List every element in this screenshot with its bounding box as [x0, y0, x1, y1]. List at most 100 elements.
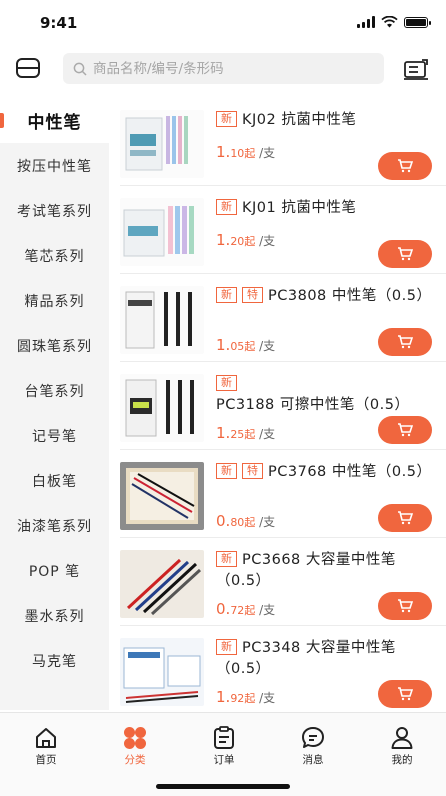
price-row: 0.72起 /支: [216, 600, 275, 618]
menu-button[interactable]: [14, 56, 42, 80]
product-item[interactable]: 新 PC3188 可擦中性笔（0.5） 1.25起 /支: [120, 362, 446, 450]
sidebar-item-gel-pen[interactable]: 中性笔: [0, 98, 109, 143]
product-image: [120, 462, 204, 530]
tab-label: 分类: [124, 754, 146, 766]
status-icons: [357, 16, 431, 28]
product-image: [120, 110, 204, 178]
tab-label: 首页: [35, 754, 57, 766]
price-integer: 1.: [216, 231, 231, 249]
price-integer: 1.: [216, 143, 231, 161]
sidebar-item-label: 记号笔: [32, 428, 77, 445]
tab-home[interactable]: 首页: [16, 725, 76, 767]
product-item[interactable]: 新特 PC3808 中性笔（0.5） 1.05起 /支: [120, 274, 446, 362]
product-item[interactable]: 新特 PC3768 中性笔（0.5） 0.80起 /支: [120, 450, 446, 538]
scan-list-icon: [404, 59, 428, 80]
sidebar-item-label: 笔芯系列: [24, 248, 85, 265]
product-info: 新特 PC3808 中性笔（0.5）: [216, 286, 432, 307]
price-unit: /支: [259, 691, 276, 705]
cart-icon: [398, 687, 413, 701]
product-image: [120, 198, 204, 266]
product-list: 新 KJ02 抗菌中性笔 1.10起 /支 新 KJ01 抗菌中性笔 1.20起…: [120, 98, 446, 710]
new-tag: 新: [216, 463, 237, 479]
sidebar-item-label: 圆珠笔系列: [17, 338, 92, 355]
sidebar-item-label: POP 笔: [28, 563, 81, 580]
product-image: [120, 638, 204, 706]
add-to-cart-button[interactable]: [378, 328, 432, 356]
sidebar-item-label: 油漆笔系列: [17, 518, 92, 535]
wifi-icon: [381, 16, 398, 28]
new-tag: 新: [216, 199, 237, 215]
tab-label: 消息: [302, 754, 324, 766]
search-input[interactable]: [93, 60, 373, 77]
price-row: 0.80起 /支: [216, 512, 275, 530]
cart-icon: [398, 335, 413, 349]
tab-label: 我的: [391, 754, 413, 766]
home-indicator: [156, 784, 290, 789]
product-title: 新 PC3348 大容量中性笔（0.5）: [216, 638, 432, 680]
price-integer: 0.: [216, 512, 231, 530]
tab-profile[interactable]: 我的: [372, 725, 432, 767]
home-icon: [36, 728, 56, 748]
add-to-cart-button[interactable]: [378, 416, 432, 444]
add-to-cart-button[interactable]: [378, 504, 432, 532]
cellular-signal-icon: [357, 16, 375, 28]
new-tag: 新: [216, 551, 237, 567]
sidebar-item-desk-pen[interactable]: 台笔系列: [0, 368, 109, 413]
price-decimal: 72: [230, 604, 245, 617]
price-row: 1.25起 /支: [216, 424, 275, 442]
sidebar-item-exam-pen[interactable]: 考试笔系列: [0, 188, 109, 233]
header: [0, 48, 446, 90]
sidebar-item-whiteboard-pen[interactable]: 白板笔: [0, 458, 109, 503]
search-bar[interactable]: [63, 53, 384, 84]
order-icon: [214, 726, 234, 749]
price-decimal: 05: [230, 340, 245, 353]
sidebar-item-marker[interactable]: 记号笔: [0, 413, 109, 458]
new-tag: 新: [216, 111, 237, 127]
product-name: KJ02 抗菌中性笔: [242, 112, 357, 128]
price-from: 起: [244, 235, 256, 248]
price-from: 起: [244, 604, 256, 617]
product-item[interactable]: 新 KJ02 抗菌中性笔 1.10起 /支: [120, 98, 446, 186]
sidebar-item-label: 白板笔: [32, 473, 77, 490]
add-to-cart-button[interactable]: [378, 592, 432, 620]
product-title: 新特 PC3768 中性笔（0.5）: [216, 462, 432, 483]
sidebar-item-premium[interactable]: 精品系列: [0, 278, 109, 323]
add-to-cart-button[interactable]: [378, 240, 432, 268]
sidebar-item-ballpoint[interactable]: 圆珠笔系列: [0, 323, 109, 368]
new-tag: 新: [216, 287, 237, 303]
cart-icon: [398, 247, 413, 261]
price-unit: /支: [259, 234, 276, 248]
sidebar-item-ink[interactable]: 墨水系列: [0, 593, 109, 638]
sidebar-item-pop-pen[interactable]: POP 笔: [0, 548, 109, 593]
sidebar-item-art-marker[interactable]: 马克笔: [0, 638, 109, 683]
product-title: 新 PC3188 可擦中性笔（0.5）: [216, 374, 432, 416]
sidebar-item-refill[interactable]: 笔芯系列: [0, 233, 109, 278]
sidebar-item-label: 台笔系列: [24, 383, 85, 400]
price-from: 起: [244, 692, 256, 705]
scan-button[interactable]: [402, 56, 430, 82]
tab-messages[interactable]: 消息: [283, 725, 343, 767]
sidebar-item-label: 马克笔: [32, 653, 77, 670]
product-name: PC3808 中性笔（0.5）: [268, 288, 432, 304]
product-name: PC3348 大容量中性笔（0.5）: [216, 640, 396, 677]
add-to-cart-button[interactable]: [378, 152, 432, 180]
product-title: 新 PC3668 大容量中性笔（0.5）: [216, 550, 432, 592]
tab-orders[interactable]: 订单: [194, 725, 254, 767]
product-name: PC3188 可擦中性笔（0.5）: [216, 397, 410, 413]
product-image: [120, 374, 204, 442]
product-info: 新 PC3668 大容量中性笔（0.5）: [216, 550, 432, 592]
category-icon: [124, 727, 146, 749]
product-item[interactable]: 新 PC3348 大容量中性笔（0.5） 1.92起 /支: [120, 626, 446, 710]
add-to-cart-button[interactable]: [378, 680, 432, 708]
product-item[interactable]: 新 KJ01 抗菌中性笔 1.20起 /支: [120, 186, 446, 274]
price-integer: 1.: [216, 424, 231, 442]
tab-category[interactable]: 分类: [105, 725, 165, 767]
price-decimal: 10: [230, 147, 245, 160]
product-item[interactable]: 新 PC3668 大容量中性笔（0.5） 0.72起 /支: [120, 538, 446, 626]
sidebar-item-paint-pen[interactable]: 油漆笔系列: [0, 503, 109, 548]
sidebar-item-press-gel-pen[interactable]: 按压中性笔: [0, 143, 109, 188]
price-decimal: 92: [230, 692, 245, 705]
product-name: KJ01 抗菌中性笔: [242, 200, 357, 216]
price-from: 起: [244, 340, 256, 353]
price-unit: /支: [259, 603, 276, 617]
